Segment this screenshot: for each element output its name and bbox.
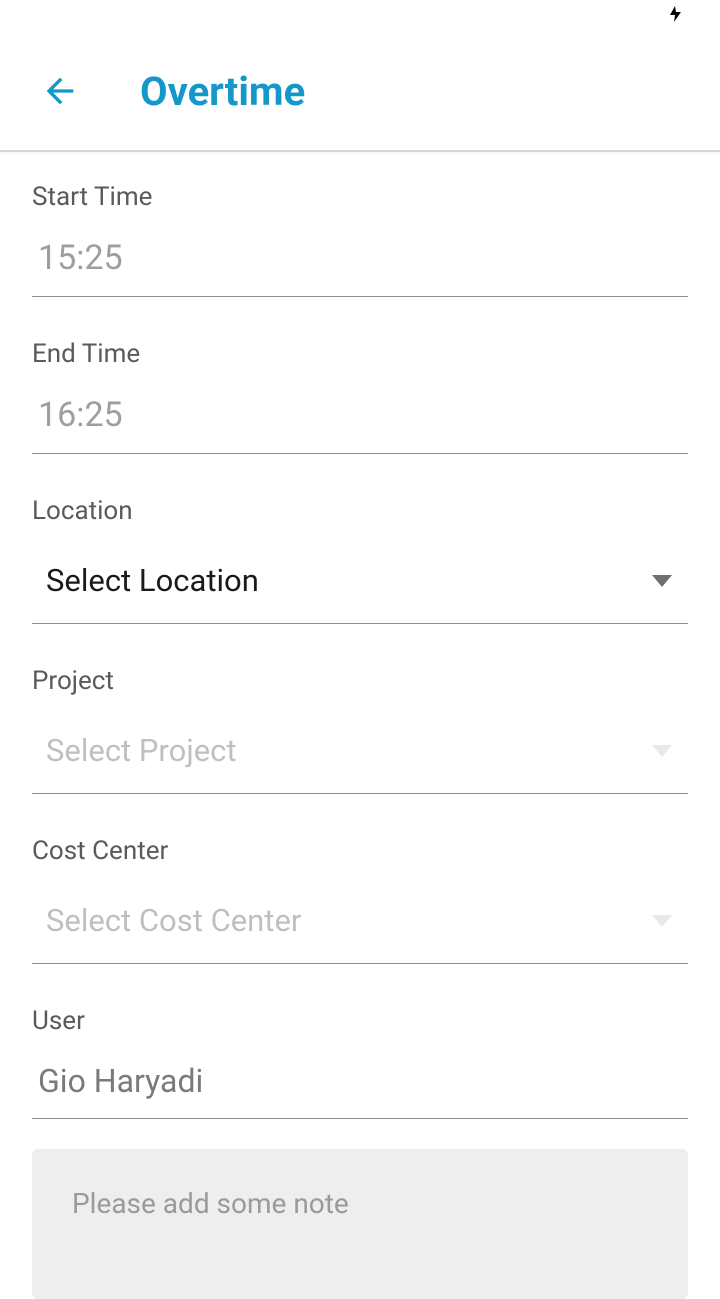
arrow-left-icon bbox=[40, 71, 80, 111]
cost-center-label: Cost Center bbox=[32, 836, 688, 866]
user-group: User Gio Haryadi bbox=[32, 1006, 688, 1119]
user-label: User bbox=[32, 1006, 688, 1036]
charging-icon bbox=[670, 6, 682, 26]
user-value: Gio Haryadi bbox=[32, 1054, 688, 1119]
location-select[interactable]: Select Location bbox=[32, 544, 688, 624]
location-label: Location bbox=[32, 496, 688, 526]
status-bar bbox=[0, 0, 720, 32]
cost-center-group: Cost Center Select Cost Center bbox=[32, 836, 688, 964]
app-bar: Overtime bbox=[0, 32, 720, 152]
back-button[interactable] bbox=[38, 69, 82, 113]
cost-center-select[interactable]: Select Cost Center bbox=[32, 884, 688, 964]
project-label: Project bbox=[32, 666, 688, 696]
start-time-input[interactable]: 15:25 bbox=[32, 230, 688, 297]
note-placeholder: Please add some note bbox=[72, 1187, 648, 1220]
project-select-text: Select Project bbox=[46, 732, 237, 769]
cost-center-select-text: Select Cost Center bbox=[46, 902, 301, 939]
form-content: Start Time 15:25 End Time 16:25 Location… bbox=[0, 152, 720, 1299]
note-input[interactable]: Please add some note bbox=[32, 1149, 688, 1299]
end-time-group: End Time 16:25 bbox=[32, 339, 688, 454]
project-group: Project Select Project bbox=[32, 666, 688, 794]
page-title: Overtime bbox=[140, 68, 305, 115]
end-time-input[interactable]: 16:25 bbox=[32, 387, 688, 454]
location-group: Location Select Location bbox=[32, 496, 688, 624]
chevron-down-icon bbox=[652, 575, 672, 587]
start-time-group: Start Time 15:25 bbox=[32, 182, 688, 297]
location-select-text: Select Location bbox=[46, 562, 259, 599]
end-time-label: End Time bbox=[32, 339, 688, 369]
project-select[interactable]: Select Project bbox=[32, 714, 688, 794]
chevron-down-icon bbox=[652, 745, 672, 757]
start-time-label: Start Time bbox=[32, 182, 688, 212]
chevron-down-icon bbox=[652, 915, 672, 927]
